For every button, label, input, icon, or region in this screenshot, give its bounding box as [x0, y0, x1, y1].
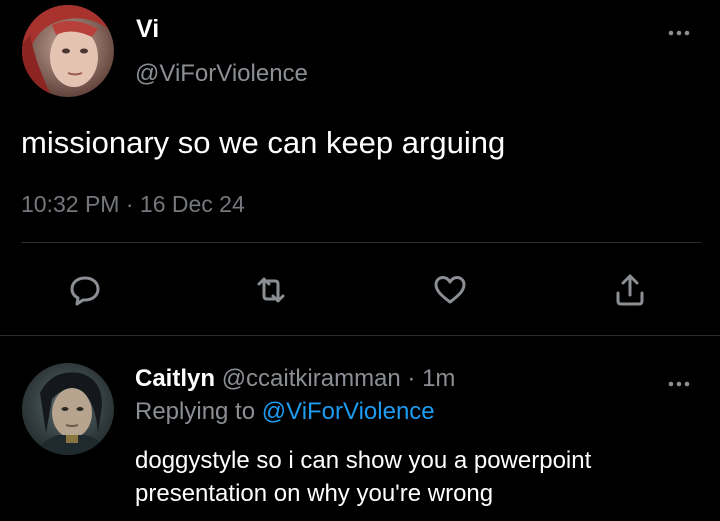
display-name[interactable]: Caitlyn [135, 365, 215, 392]
reply-header: Caitlyn @ccaitkiramman · 1m [135, 364, 455, 394]
more-horizontal-icon[interactable] [668, 376, 690, 387]
tweet-date: 16 Dec 24 [139, 191, 245, 217]
replying-to-label: Replying to [135, 398, 262, 425]
retweet-icon[interactable] [253, 272, 289, 308]
divider [21, 242, 701, 243]
display-name[interactable]: Vi [136, 14, 159, 44]
tweet-text-line: presentation on why you're wrong [135, 480, 494, 507]
vi-avatar[interactable] [22, 5, 114, 97]
tweet-time[interactable]: 1m [422, 365, 455, 392]
heart-icon[interactable] [432, 272, 468, 308]
tweet-time: 10:32 PM [21, 191, 120, 217]
meta-separator: · [400, 365, 423, 392]
user-handle[interactable]: @ViForViolence [135, 59, 308, 89]
more-horizontal-icon[interactable] [668, 25, 690, 36]
tweet-text-line: doggystyle so i can show you a powerpoin… [135, 447, 592, 474]
replying-to-handle-link[interactable]: @ViForViolence [262, 398, 435, 425]
caitlyn-avatar[interactable] [22, 363, 114, 455]
reply-icon[interactable] [67, 272, 103, 308]
section-divider [0, 335, 720, 336]
share-icon[interactable] [612, 272, 648, 308]
tweet-text: doggystyle so i can show you a powerpoin… [135, 444, 705, 510]
user-handle[interactable]: @ccaitkiramman [222, 365, 401, 392]
tweet-timestamp[interactable]: 10:32 PM · 16 Dec 24 [21, 189, 245, 219]
tweet-text: missionary so we can keep arguing [21, 125, 506, 160]
meta-separator: · [119, 191, 140, 217]
replying-to-line: Replying to @ViForViolence [135, 397, 435, 427]
